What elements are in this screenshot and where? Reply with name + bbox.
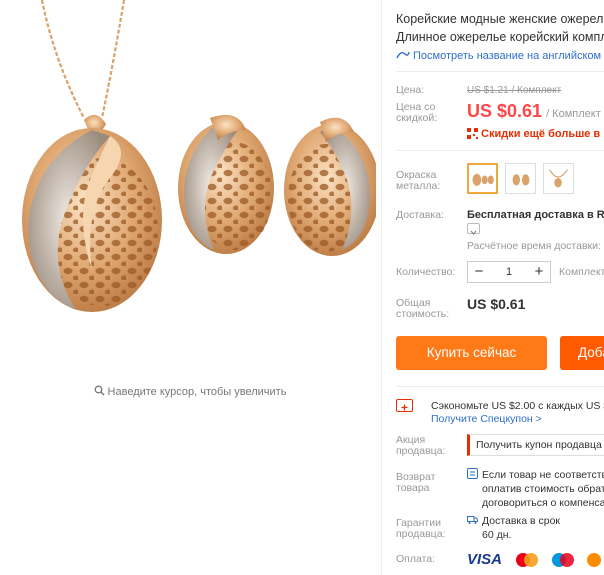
app-discount-text: Скидки ещё больше в приложении (481, 128, 604, 140)
product-title: Корейские модные женские ожерелья Длинно… (396, 10, 604, 46)
store-coupon-button[interactable]: Получить купон продавца (467, 434, 604, 456)
maestro-logo (548, 551, 578, 574)
app-discount-link[interactable]: Скидки ещё больше в приложении (467, 128, 604, 140)
color-option-necklace[interactable] (543, 163, 574, 194)
coupon-icon (396, 399, 413, 412)
payment-label: Оплата: (396, 553, 436, 565)
divider (396, 150, 604, 151)
quantity-input[interactable]: 1 (490, 262, 528, 282)
store-promo-label-2: продавца: (396, 445, 446, 457)
magnifier-icon (94, 385, 105, 399)
divider (396, 386, 604, 387)
total-price: US $0.61 (467, 296, 526, 312)
zoom-hint: Наведите курсор, чтобы увеличить (0, 385, 380, 399)
quantity-increase-button[interactable]: + (528, 262, 550, 282)
product-title-line-2: Длинное ожерелье корейский комплект (396, 30, 604, 44)
delivery-truck-icon (467, 514, 478, 525)
translate-title-text: Посмотреть название на английском (413, 50, 602, 62)
qr-code-icon (467, 128, 478, 139)
product-gallery: Наведите курсор, чтобы увеличить (0, 0, 380, 575)
translate-title-link[interactable]: Посмотреть название на английском (396, 49, 601, 62)
quantity-decrease-button[interactable]: − (468, 262, 490, 282)
zoom-hint-text: Наведите курсор, чтобы увеличить (107, 385, 287, 398)
shipping-label: Доставка: (396, 209, 445, 221)
returns-line-1: Если товар не соответствует (482, 469, 604, 481)
shipping-options-dropdown[interactable] (467, 223, 480, 235)
quantity-available: Комплект (559, 266, 604, 278)
total-label-2: стоимость: (396, 308, 450, 320)
add-to-cart-button[interactable]: Добавить (560, 336, 604, 370)
returns-policy: Если товар не соответствует оплатив стои… (467, 468, 604, 510)
quantity-label: Количество: (396, 266, 456, 278)
delivery-time: Расчётное время доставки: 6 (467, 240, 604, 252)
price-label: Цена: (396, 84, 425, 96)
product-title-line-1: Корейские модные женские ожерелья (396, 12, 604, 26)
shipping-method: Бесплатная доставка в Russian Federation (467, 209, 604, 221)
chevron-down-icon (470, 230, 477, 235)
coupon-savings: Сэкономьте US $2.00 с каждых US $1 (431, 400, 604, 412)
product-details: Корейские модные женские ожерелья Длинно… (381, 0, 604, 575)
old-price: US $1.21 / Комплект (467, 85, 562, 96)
color-option-set-gold[interactable] (467, 163, 498, 194)
buy-now-button[interactable]: Купить сейчас (396, 336, 547, 370)
qiwi-logo (584, 551, 604, 574)
get-coupon-link[interactable]: Получите Спецкупон > (431, 413, 542, 425)
returns-line-2: оплатив стоимость обратной (482, 483, 604, 495)
guarantee-line-1: Доставка в срок (482, 515, 561, 527)
product-image[interactable] (14, 0, 376, 330)
color-label-2: металла: (396, 180, 441, 192)
quantity-stepper: − 1 + (467, 261, 551, 283)
translate-icon (396, 49, 410, 60)
guarantee-label-2: продавца: (396, 528, 446, 540)
discount-price-value: US $0.61 (467, 101, 543, 121)
returns-line-3: договориться о компенсации (482, 497, 604, 509)
discount-price: US $0.61/ Комплект (467, 101, 601, 122)
guarantee-line-2: 60 дн. (482, 529, 512, 541)
guarantee-info: Доставка в срок 60 дн. (467, 514, 560, 542)
returns-label-2: товара (396, 482, 430, 494)
divider (396, 71, 604, 72)
color-option-earrings[interactable] (505, 163, 536, 194)
mastercard-logo (512, 551, 542, 574)
visa-logo: VISA (467, 551, 503, 568)
discount-price-label-2: скидкой: (396, 112, 438, 124)
price-unit: / Комплект (546, 108, 601, 120)
returns-icon (467, 468, 478, 479)
